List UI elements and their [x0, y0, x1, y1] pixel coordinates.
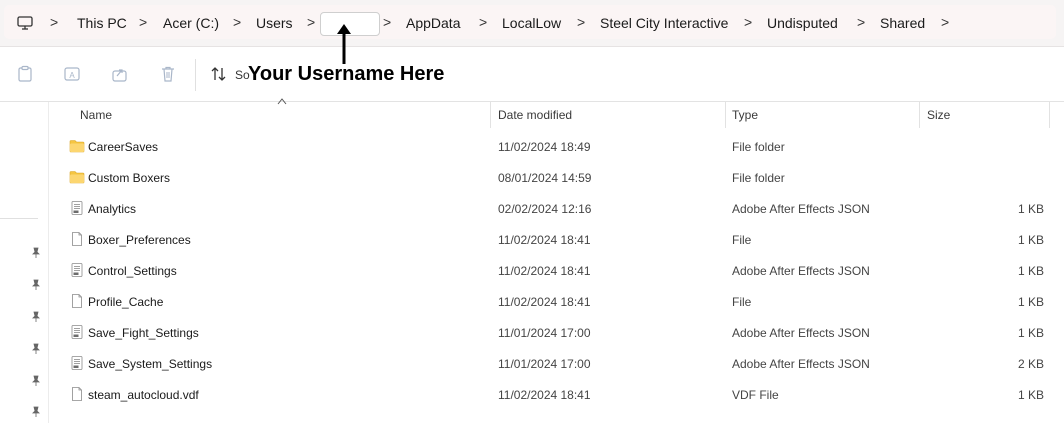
- rename-icon[interactable]: A: [63, 65, 81, 83]
- nav-divider: [0, 218, 38, 219]
- sort-ascending-icon: [277, 98, 287, 105]
- file-size: 1 KB: [1017, 202, 1044, 216]
- chevron-right-icon[interactable]: >: [941, 14, 949, 30]
- column-resize-handle[interactable]: [1049, 102, 1050, 128]
- pin-icon[interactable]: [30, 375, 42, 387]
- file-type: File: [732, 233, 752, 247]
- file-date-modified: 02/02/2024 12:16: [498, 202, 592, 216]
- column-header-size[interactable]: Size: [927, 102, 950, 128]
- file-row[interactable]: Save_Fight_Settings 11/01/2024 17:00 Adobe…: [49, 317, 1064, 348]
- file-size: 1 KB: [1017, 264, 1044, 278]
- file-date-modified: 11/01/2024 17:00: [498, 357, 591, 371]
- column-header-name[interactable]: Name: [80, 102, 112, 128]
- chevron-right-icon[interactable]: >: [383, 14, 391, 30]
- sort-icon[interactable]: [210, 65, 228, 83]
- chevron-right-icon[interactable]: >: [479, 14, 487, 30]
- file-type: VDF File: [732, 388, 779, 402]
- svg-text:A: A: [69, 71, 75, 80]
- navigation-pane: [0, 102, 49, 423]
- file-size: 1 KB: [1017, 233, 1044, 247]
- share-icon[interactable]: [111, 65, 129, 83]
- breadcrumb-acer-c[interactable]: Acer (C:): [163, 15, 219, 31]
- file-size: 1 KB: [1017, 388, 1044, 402]
- username-annotation: Your Username Here: [248, 63, 445, 85]
- pin-icon[interactable]: [30, 343, 42, 355]
- pin-icon[interactable]: [30, 279, 42, 291]
- file-type: Adobe After Effects JSON: [732, 264, 870, 278]
- file-row[interactable]: Analytics 02/02/2024 12:16 Adobe After Eff…: [49, 193, 1064, 224]
- file-type: File folder: [732, 171, 785, 185]
- file-type: Adobe After Effects JSON: [732, 357, 870, 371]
- file-date-modified: 11/02/2024 18:41: [498, 233, 591, 247]
- file-name: Analytics: [88, 202, 137, 216]
- column-header-type[interactable]: Type: [732, 102, 758, 128]
- file-row[interactable]: Save_System_Settings 11/01/2024 17:00 Adob…: [49, 348, 1064, 379]
- file-name: Save_Fight_Settings: [88, 326, 199, 340]
- file-row[interactable]: steam_autocloud.vdf 11/02/2024 18:41 VDF F…: [49, 379, 1064, 410]
- file-size: 1 KB: [1017, 295, 1044, 309]
- chevron-right-icon[interactable]: >: [139, 14, 147, 30]
- chevron-right-icon[interactable]: >: [857, 14, 865, 30]
- breadcrumb-appdata[interactable]: AppData: [406, 15, 460, 31]
- file-row[interactable]: Custom Boxers 08/01/2024 14:59 File folder: [49, 162, 1064, 193]
- file-size: 1 KB: [1017, 326, 1044, 340]
- arrow-up-icon: [337, 24, 351, 64]
- file-name: CareerSaves: [88, 140, 159, 154]
- file-date-modified: 11/02/2024 18:41: [498, 388, 591, 402]
- column-headers: Name Date modified Type Size: [49, 98, 1064, 128]
- chevron-right-icon[interactable]: >: [307, 14, 315, 30]
- file-list: CareerSaves 11/02/2024 18:49 File folder Cu…: [49, 131, 1064, 410]
- file-date-modified: 11/02/2024 18:49: [498, 140, 591, 154]
- column-resize-handle[interactable]: [490, 102, 491, 128]
- address-bar: > This PC > Acer (C:) > Users > > AppDat…: [0, 0, 1064, 47]
- toolbar-separator: [195, 59, 196, 91]
- file-row[interactable]: CareerSaves 11/02/2024 18:49 File folder: [49, 131, 1064, 162]
- file-name: Save_System_Settings: [88, 357, 213, 371]
- chevron-right-icon[interactable]: >: [577, 14, 585, 30]
- file-name: Custom Boxers: [88, 171, 171, 185]
- file-size: 2 KB: [1017, 357, 1044, 371]
- breadcrumb-this-pc[interactable]: This PC: [77, 15, 127, 31]
- breadcrumb-undisputed[interactable]: Undisputed: [767, 15, 838, 31]
- file-type: File: [732, 295, 752, 309]
- breadcrumb: > This PC > Acer (C:) > Users > > AppDat…: [0, 0, 1064, 46]
- column-resize-handle[interactable]: [725, 102, 726, 128]
- chevron-right-icon[interactable]: >: [233, 14, 241, 30]
- pin-icon[interactable]: [30, 311, 42, 323]
- breadcrumb-steel-city-interactive[interactable]: Steel City Interactive: [600, 15, 728, 31]
- file-date-modified: 11/02/2024 18:41: [498, 295, 591, 309]
- file-name: Control_Settings: [88, 264, 177, 278]
- chevron-right-icon[interactable]: >: [744, 14, 752, 30]
- file-type: Adobe After Effects JSON: [732, 326, 870, 340]
- file-row[interactable]: Control_Settings 11/02/2024 18:41 Adobe Af…: [49, 255, 1064, 286]
- file-date-modified: 08/01/2024 14:59: [498, 171, 592, 185]
- file-name: steam_autocloud.vdf: [88, 388, 199, 402]
- file-type: Adobe After Effects JSON: [732, 202, 870, 216]
- column-header-date-modified[interactable]: Date modified: [498, 102, 572, 128]
- paste-icon[interactable]: [16, 65, 34, 83]
- file-date-modified: 11/02/2024 18:41: [498, 264, 591, 278]
- file-type: File folder: [732, 140, 785, 154]
- file-name: Boxer_Preferences: [88, 233, 191, 247]
- file-row[interactable]: Profile_Cache 11/02/2024 18:41 File 1 KB: [49, 286, 1064, 317]
- file-name: Profile_Cache: [88, 295, 164, 309]
- delete-icon[interactable]: [159, 65, 177, 83]
- file-row[interactable]: Boxer_Preferences 11/02/2024 18:41 File 1 K…: [49, 224, 1064, 255]
- breadcrumb-locallow[interactable]: LocalLow: [502, 15, 561, 31]
- breadcrumb-shared[interactable]: Shared: [880, 15, 925, 31]
- column-resize-handle[interactable]: [919, 102, 920, 128]
- pin-icon[interactable]: [30, 247, 42, 259]
- command-bar: A So Your Username Here: [0, 24, 1064, 102]
- pin-icon[interactable]: [30, 406, 42, 418]
- chevron-right-icon[interactable]: >: [50, 14, 58, 30]
- breadcrumb-users[interactable]: Users: [256, 15, 293, 31]
- file-date-modified: 11/01/2024 17:00: [498, 326, 591, 340]
